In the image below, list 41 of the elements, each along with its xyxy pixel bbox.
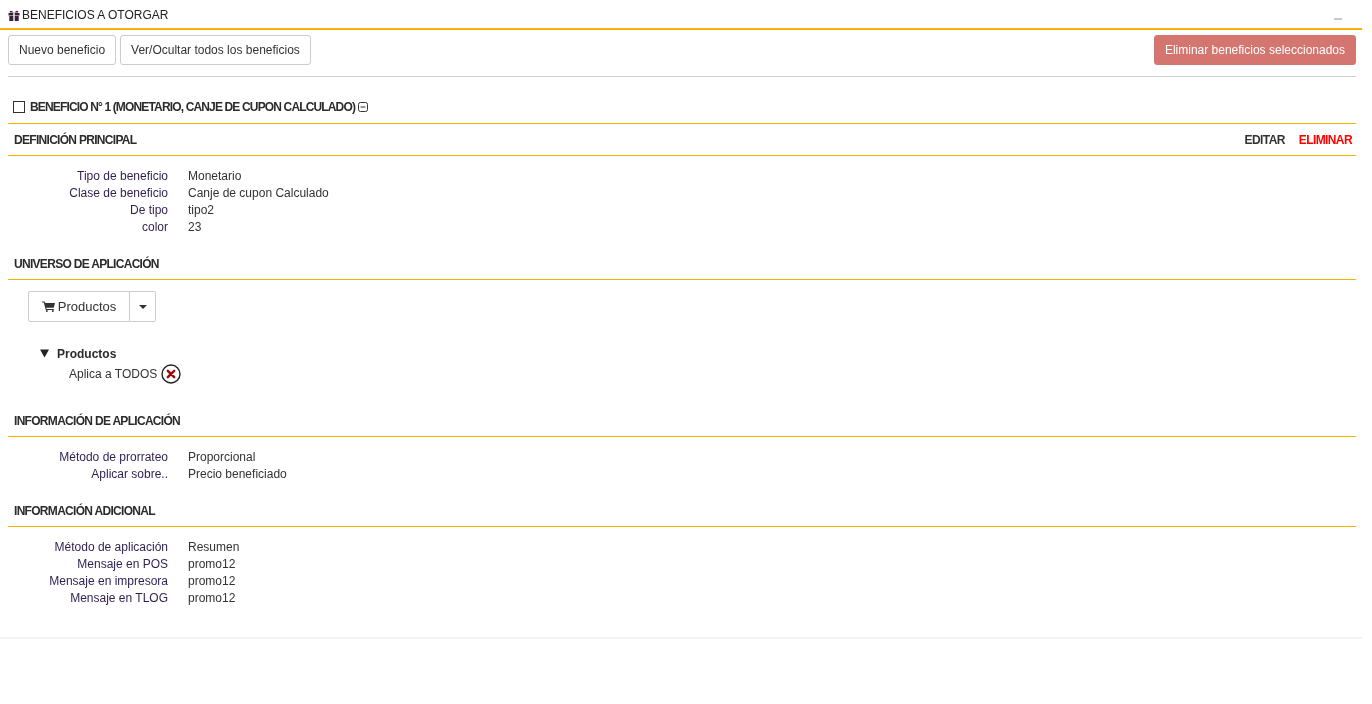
field-label: Clase de beneficio [69,185,168,202]
caret-down-icon[interactable] [40,349,49,358]
panel-title: BENEFICIOS A OTORGAR [22,8,169,22]
field-value: Proporcional [188,449,256,466]
dropdown-toggle[interactable] [130,291,156,322]
section-title: DEFINICIÓN PRINCIPAL [14,132,137,147]
cart-icon [41,301,55,312]
field-value: promo12 [188,590,236,607]
field-label: Método de prorrateo [59,449,168,466]
field-label: Mensaje en impresora [49,573,168,590]
field-value: promo12 [188,556,236,573]
field-value: Precio beneficiado [188,466,287,483]
caret-down-icon [138,304,147,309]
field-label: color [142,219,168,236]
field-label: Mensaje en TLOG [70,590,168,607]
section-title: INFORMACIÓN DE APLICACIÓN [14,413,181,428]
field-label: Aplicar sobre.. [91,466,168,483]
delete-link[interactable]: ELIMINAR [1298,132,1352,147]
benefit-checkbox[interactable] [13,101,25,113]
field-label: Método de aplicación [54,539,168,556]
field-value: tipo2 [188,202,215,219]
field-value: Monetario [188,168,242,185]
tree-item-label: Aplica a TODOS [69,367,158,381]
edit-link[interactable]: EDITAR [1244,132,1285,147]
remove-icon[interactable] [161,364,182,384]
section-title: INFORMACIÓN ADICIONAL [14,503,155,518]
tree-node-label[interactable]: Productos [57,346,117,361]
field-label: Mensaje en POS [77,556,168,573]
toolbar-button[interactable]: Nuevo beneficio [8,35,117,65]
collapse-icon[interactable] [358,102,369,112]
field-value: 23 [188,219,202,236]
field-label: De tipo [129,202,168,219]
field-value: Canje de cupon Calculado [188,185,329,202]
field-value: promo12 [188,573,236,590]
benefit-title: BENEFICIO N° 1 (MONETARIO, CANJE DE CUPON CALCULADO) [30,100,356,114]
field-value: Resumen [188,539,240,556]
field-label: Tipo de beneficio [77,168,168,185]
gift-icon [8,9,20,21]
toolbar-button[interactable]: Ver/Ocultar todos los beneficios [120,35,311,65]
products-dropdown-button[interactable]: Productos [28,291,130,322]
section-title: UNIVERSO DE APLICACIÓN [14,256,159,271]
